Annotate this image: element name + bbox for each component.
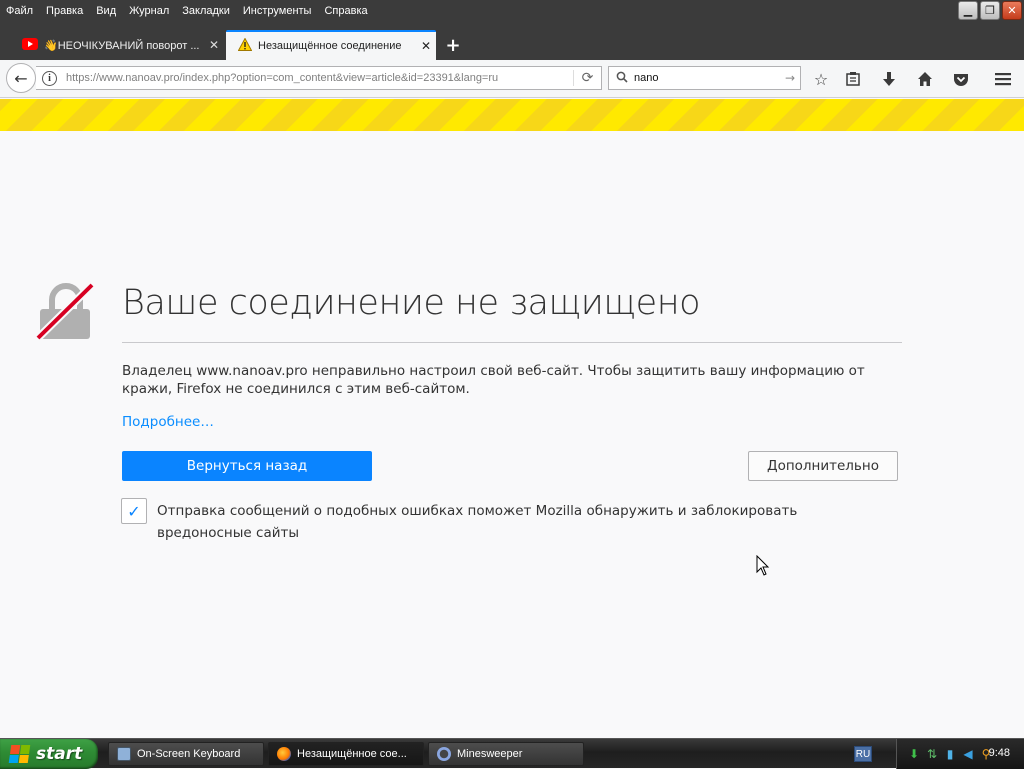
- broken-lock-icon: [34, 282, 98, 343]
- learn-more-link[interactable]: Подробнее…: [122, 414, 214, 430]
- download-arrow-tray-icon[interactable]: ⬇: [907, 747, 921, 761]
- menu-edit[interactable]: Правка: [40, 5, 90, 17]
- download-icon[interactable]: [878, 68, 900, 90]
- tab-title: Незащищённое соединение: [258, 40, 402, 52]
- firefox-icon: [277, 747, 291, 761]
- language-indicator[interactable]: RU: [854, 746, 872, 762]
- clock: 9:48: [988, 747, 1010, 759]
- restore-button[interactable]: ❐: [980, 1, 1000, 20]
- menu-tools[interactable]: Инструменты: [237, 5, 319, 17]
- taskbar: start On-Screen Keyboard Незащищённое со…: [0, 738, 1024, 769]
- url-text[interactable]: https://www.nanoav.pro/index.php?option=…: [66, 72, 573, 84]
- search-bar[interactable]: nano →: [608, 66, 801, 90]
- close-window-button[interactable]: ✕: [1002, 1, 1022, 20]
- pocket-icon[interactable]: [950, 68, 972, 90]
- navigation-toolbar: i https://www.nanoav.pro/index.php?optio…: [0, 60, 1024, 98]
- back-button[interactable]: ←: [6, 63, 36, 93]
- windows-logo-icon: [8, 745, 32, 763]
- firefox-window: Файл Правка Вид Журнал Закладки Инструме…: [0, 0, 1024, 738]
- taskbar-item-label: On-Screen Keyboard: [137, 748, 241, 760]
- go-back-button[interactable]: Вернуться назад: [122, 451, 372, 481]
- youtube-icon: [22, 37, 38, 53]
- menu-file[interactable]: Файл: [0, 5, 40, 17]
- search-icon: [616, 71, 628, 86]
- menu-icon[interactable]: [992, 68, 1014, 90]
- menu-help[interactable]: Справка: [318, 5, 374, 17]
- report-errors-checkbox[interactable]: ✓: [121, 498, 147, 524]
- start-button[interactable]: start: [0, 739, 98, 769]
- new-tab-button[interactable]: +: [442, 35, 464, 56]
- mouse-pointer-icon: [756, 554, 770, 581]
- tab-strip: 👋НЕОЧІКУВАНИЙ поворот ... ✕ Незащищённое…: [0, 22, 1024, 60]
- reload-icon[interactable]: ⟳: [573, 70, 601, 86]
- report-errors-label: Отправка сообщений о подобных ошибках по…: [157, 503, 798, 541]
- menu-bar: Файл Правка Вид Журнал Закладки Инструме…: [0, 0, 1024, 22]
- close-tab-icon[interactable]: ✕: [416, 39, 436, 53]
- search-input[interactable]: nano: [634, 72, 780, 84]
- menu-history[interactable]: Журнал: [123, 5, 176, 17]
- url-bar[interactable]: i https://www.nanoav.pro/index.php?optio…: [36, 66, 602, 90]
- error-page: Ваше соединение не защищено Владелец www…: [0, 131, 1024, 738]
- minimize-button[interactable]: ▁: [958, 1, 978, 20]
- back-icon: ←: [14, 68, 28, 88]
- page-title: Ваше соединение не защищено: [122, 283, 701, 323]
- reading-list-icon[interactable]: [842, 68, 864, 90]
- network-tray-icon[interactable]: ⇅: [925, 747, 939, 761]
- system-tray: ⬇ ⇅ ▮ ◀ ⚲ 9:48: [896, 739, 1024, 769]
- start-label: start: [36, 744, 83, 764]
- taskbar-item-label: Незащищённое сое...: [297, 748, 407, 760]
- window-controls: ▁ ❐ ✕: [958, 1, 1022, 20]
- home-icon[interactable]: [914, 68, 936, 90]
- close-tab-icon[interactable]: ✕: [204, 38, 224, 52]
- safely-remove-tray-icon[interactable]: ▮: [943, 747, 957, 761]
- info-icon[interactable]: i: [42, 70, 57, 86]
- tab-youtube[interactable]: 👋НЕОЧІКУВАНИЙ поворот ... ✕: [10, 30, 224, 60]
- warning-icon: [237, 37, 253, 54]
- taskbar-item-minesweeper[interactable]: Minesweeper: [428, 742, 584, 766]
- keyboard-icon: [117, 747, 131, 761]
- checkmark-icon: ✓: [127, 501, 141, 521]
- advanced-button[interactable]: Дополнительно: [748, 451, 898, 481]
- taskbar-item-firefox[interactable]: Незащищённое сое...: [268, 742, 424, 766]
- menu-view[interactable]: Вид: [90, 5, 123, 17]
- taskbar-item-label: Minesweeper: [457, 748, 523, 760]
- minesweeper-icon: [437, 747, 451, 761]
- tab-insecure-connection[interactable]: Незащищённое соединение ✕: [226, 30, 436, 60]
- menu-bookmarks[interactable]: Закладки: [176, 5, 237, 17]
- title-divider: [122, 342, 902, 343]
- bookmark-star-icon[interactable]: ☆: [810, 68, 832, 90]
- taskbar-item-on-screen-keyboard[interactable]: On-Screen Keyboard: [108, 742, 264, 766]
- volume-tray-icon[interactable]: ◀: [961, 747, 975, 761]
- search-go-icon[interactable]: →: [780, 71, 800, 85]
- tab-title: 👋НЕОЧІКУВАНИЙ поворот ...: [44, 39, 200, 52]
- error-description: Владелец www.nanoav.pro неправильно наст…: [122, 363, 865, 397]
- warning-stripe: [0, 99, 1024, 131]
